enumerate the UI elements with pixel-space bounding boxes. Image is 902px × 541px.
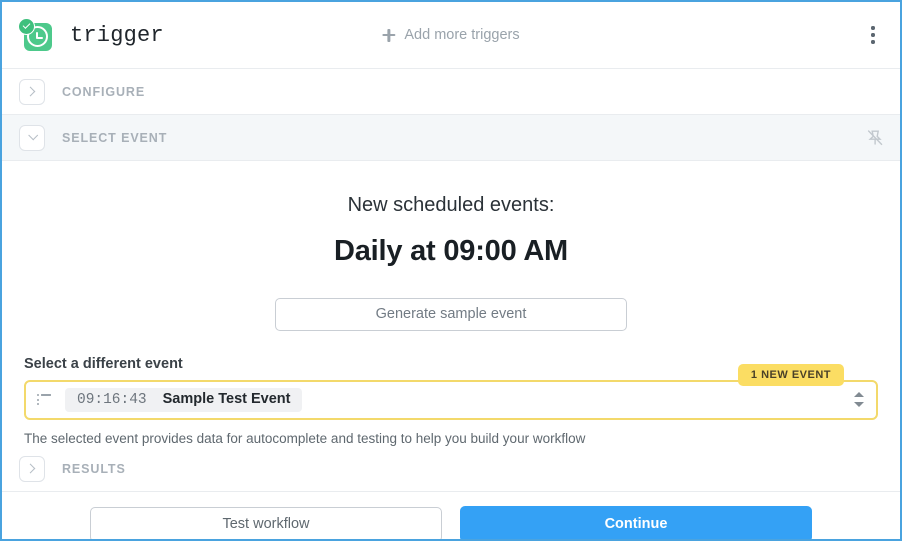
continue-button[interactable]: Continue [460, 506, 812, 539]
event-select-input[interactable]: 09:16:43 Sample Test Event [24, 380, 878, 420]
select-event-wrapper: 1 NEW EVENT 09:16:43 Sample Test Event [24, 364, 878, 420]
selected-event-time: 09:16:43 [77, 392, 147, 408]
trigger-step-window: trigger Add more triggers CONFIGURE SELE… [0, 0, 902, 541]
section-header-configure[interactable]: CONFIGURE [2, 69, 900, 115]
plus-icon [382, 28, 396, 42]
chevron-right-icon-configure[interactable] [19, 78, 45, 105]
section-label-results: RESULTS [62, 461, 126, 476]
generate-sample-event-button[interactable]: Generate sample event [275, 298, 627, 331]
window-header: trigger Add more triggers [2, 2, 900, 69]
test-workflow-button[interactable]: Test workflow [90, 506, 442, 539]
pin-off-icon[interactable] [864, 127, 886, 149]
section-label-select-event: SELECT EVENT [62, 130, 168, 145]
selected-event-name: Sample Test Event [162, 391, 291, 407]
kebab-menu-icon[interactable] [860, 20, 886, 50]
event-schedule-value: Daily at 09:00 AM [333, 235, 569, 267]
selected-event-pill: 09:16:43 Sample Test Event [65, 388, 303, 412]
section-header-results[interactable]: RESULTS [2, 446, 900, 492]
window-footer: Test workflow Continue [2, 492, 900, 539]
page-title: trigger [70, 22, 164, 48]
select-event-panel: New scheduled events: Daily at 09:00 AM … [2, 161, 900, 446]
chevron-down-icon-select-event[interactable] [19, 124, 45, 151]
chevron-right-icon-results[interactable] [19, 455, 45, 482]
section-label-configure: CONFIGURE [62, 84, 146, 99]
add-more-triggers-button[interactable]: Add more triggers [382, 27, 520, 43]
add-more-triggers-label: Add more triggers [404, 27, 520, 43]
select-updown-arrows-icon[interactable] [852, 389, 866, 411]
select-event-helper-text: The selected event provides data for aut… [24, 431, 586, 446]
list-icon [37, 394, 51, 406]
new-event-badge: 1 NEW EVENT [737, 364, 844, 386]
trigger-clock-check-icon [18, 18, 52, 52]
section-header-select-event[interactable]: SELECT EVENT [2, 115, 900, 161]
event-heading: New scheduled events: [347, 194, 555, 216]
